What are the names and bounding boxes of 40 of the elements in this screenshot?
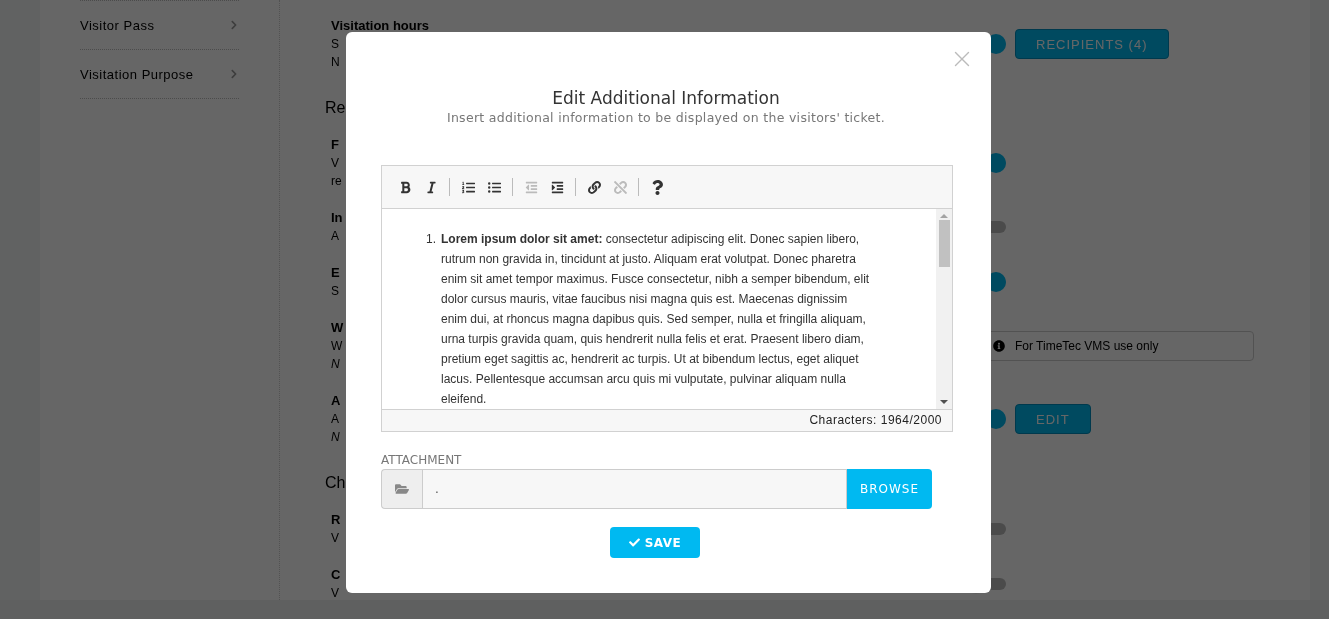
setting-description: V — [331, 530, 339, 547]
setting-description: S — [331, 36, 339, 53]
setting-title: F — [331, 136, 339, 154]
setting-title: R — [331, 511, 341, 529]
setting-description: A — [331, 228, 339, 245]
setting-title: C — [331, 566, 341, 584]
setting-title: W — [331, 319, 344, 337]
sidebar-item[interactable]: Visitor Pass — [80, 0, 239, 49]
setting-description: S — [331, 283, 339, 300]
dialog-title: Edit Additional Information — [551, 88, 781, 108]
folder-icon — [395, 482, 409, 496]
setting-description: A — [331, 411, 339, 428]
field-text: For TimeTec VMS use only — [1015, 339, 1159, 353]
setting-title: A — [331, 392, 341, 410]
section-heading: Ch — [325, 473, 346, 493]
setting-title: In — [331, 209, 343, 227]
section-heading: Re — [325, 98, 346, 118]
setting-description: V — [331, 155, 339, 172]
chevron-icon — [229, 20, 239, 30]
character-counter: Characters: 1964/2000 — [382, 409, 952, 431]
setting-description: W — [331, 338, 343, 355]
info-icon — [993, 340, 1005, 352]
dialog-subtitle: Insert additional information to be displayed on the visitors' ticket. — [445, 110, 887, 125]
chevron-icon — [229, 69, 239, 79]
setting-description: V — [331, 585, 339, 600]
sidebar-item[interactable]: Visitation Purpose — [80, 49, 239, 99]
setting-description: re — [331, 173, 342, 190]
setting-title: Visitation hours — [331, 17, 429, 35]
list-number: 1. — [426, 231, 436, 248]
attachment-field[interactable]: . — [422, 469, 847, 509]
scrollbar[interactable] — [936, 209, 952, 409]
setting-note: N — [331, 429, 340, 446]
check-icon — [628, 537, 640, 548]
setting-title: E — [331, 264, 340, 282]
browse-button[interactable]: BROWSE — [847, 469, 932, 509]
setting-description: N — [331, 54, 340, 71]
setting-note: N — [331, 356, 340, 373]
save-button[interactable]: SAVE — [610, 527, 700, 558]
list-paragraph: Lorem ipsum dolor sit amet: consectetur adipiscing elit. Donec sapien libero, rutrum non gravida in, tincidunt at justo. Aliquam erat volutpat. Donec pharetra enim sit amet tempor maximus. Fusce consectetur, nibh a semper bibendum, elit dolor cursus mauris, vitae faucibus nisi magna quis est. Maecenas dignissim enim dui, at rhoncus magna dapibus quis. Sed semper, nulla et fringilla aliquam, urna turpis gravida quam, quis hendrerit nulla felis et erat. Praesent libero diam, pretium eget sagittis ac, hendrerit ac turpis. Ut at bibendum lectus, eget aliquet lacus. Pellentesque accumsan arcu quis mi vulputate, pulvinar aliquam nulla eleifend. — [441, 231, 870, 408]
attachment-label: ATTACHMENT — [381, 453, 463, 467]
